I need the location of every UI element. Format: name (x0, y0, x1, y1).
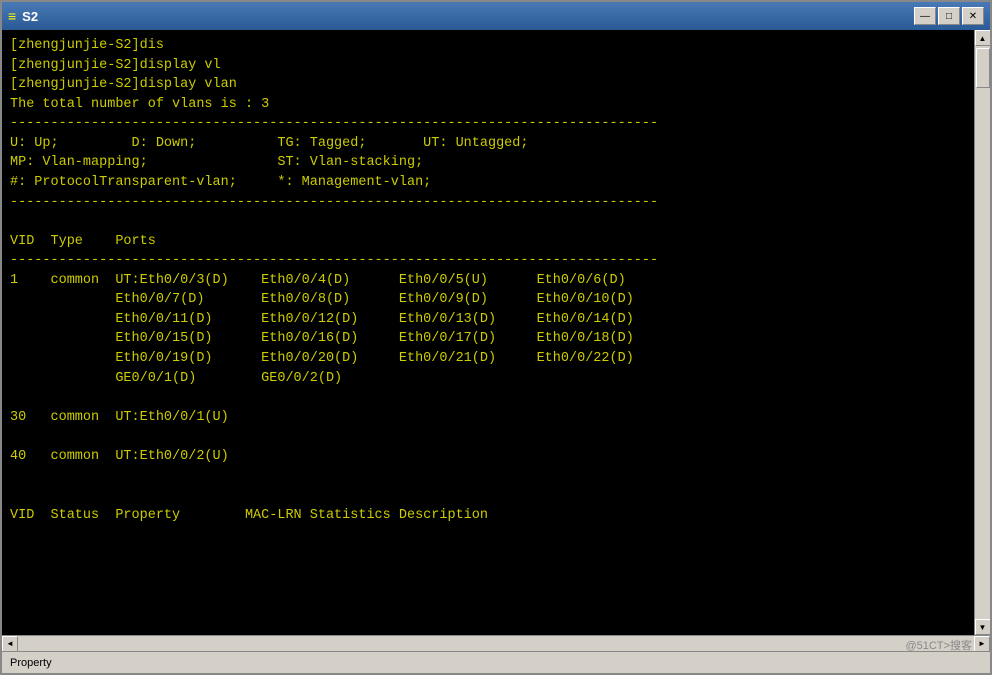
property-label: Property (6, 657, 56, 669)
terminal-output[interactable]: [zhengjunjie-S2]dis [zhengjunjie-S2]disp… (2, 30, 974, 635)
watermark: @51CT>搜客 (906, 637, 973, 653)
status-section: Property (6, 652, 56, 673)
horizontal-scrollbar[interactable]: ◄ ► (2, 635, 990, 651)
main-window: ≡ S2 — □ ✕ [zhengjunjie-S2]dis [zhengjun… (0, 0, 992, 675)
scroll-up-button[interactable]: ▲ (975, 30, 991, 46)
scroll-left-button[interactable]: ◄ (2, 636, 18, 652)
bottom-area: ◄ ► Property (2, 635, 990, 673)
window-controls: — □ ✕ (914, 7, 984, 25)
window-icon: ≡ (8, 8, 16, 24)
scroll-track (975, 46, 990, 619)
scroll-down-button[interactable]: ▼ (975, 619, 991, 635)
scroll-right-button[interactable]: ► (974, 636, 990, 652)
title-bar: ≡ S2 — □ ✕ (2, 2, 990, 30)
maximize-button[interactable]: □ (938, 7, 960, 25)
vertical-scrollbar[interactable]: ▲ ▼ (974, 30, 990, 635)
window-body: [zhengjunjie-S2]dis [zhengjunjie-S2]disp… (2, 30, 990, 635)
minimize-button[interactable]: — (914, 7, 936, 25)
title-bar-left: ≡ S2 (8, 8, 38, 24)
status-bar: Property (2, 651, 990, 673)
window-title: S2 (22, 9, 38, 24)
close-button[interactable]: ✕ (962, 7, 984, 25)
scroll-thumb[interactable] (976, 48, 990, 88)
hscroll-track (18, 636, 974, 651)
